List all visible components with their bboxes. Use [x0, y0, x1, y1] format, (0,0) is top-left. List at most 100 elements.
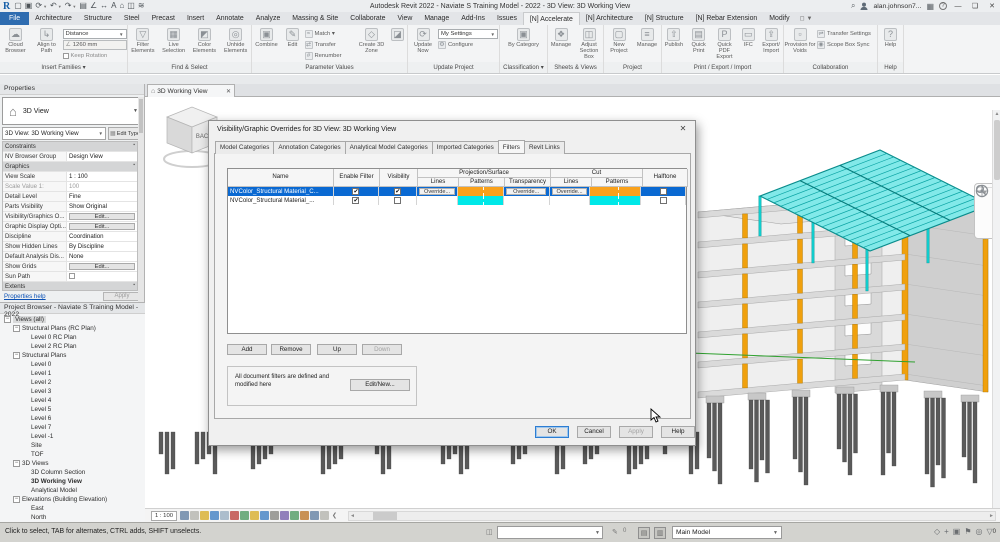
tree-item-views-all[interactable]: − Views (all) [0, 315, 139, 324]
scale-value-1-value[interactable]: 100 [67, 182, 137, 191]
tool-scope-box-sync[interactable]: ◉ Scope Box Sync [817, 40, 877, 50]
chevron-down-icon[interactable]: ▼ [72, 4, 76, 9]
tool-edit[interactable]: ✎ Edit [282, 26, 304, 48]
tool-new-project[interactable]: ▢ New Project [605, 26, 633, 54]
help-icon[interactable]: ? [939, 2, 947, 10]
dialog-tab-revit-links[interactable]: Revit Links [523, 141, 565, 154]
panel-label-collaboration[interactable]: Collaboration [784, 62, 877, 73]
dialog-tab-imported-categories[interactable]: Imported Categories [431, 141, 499, 154]
section-icon[interactable]: ◫ [127, 1, 135, 11]
tree-item-level-1[interactable]: Level 1 [0, 369, 139, 378]
property-section-constraints[interactable]: Constraints ▪ [3, 142, 137, 152]
tool-unhide-elements[interactable]: ◎ Unhide Elements [220, 26, 251, 54]
pattern-swatch[interactable] [590, 196, 641, 205]
override-button[interactable]: Override... [506, 188, 547, 195]
panel-label-find-select[interactable]: Find & Select [128, 62, 251, 73]
halftone-checkbox[interactable] [659, 188, 667, 195]
collapse-icon[interactable]: − [13, 352, 20, 359]
background-processes-icon[interactable]: ⚑ [964, 527, 971, 536]
nv-browser-group-value[interactable]: Design View [67, 152, 137, 161]
tree-item-level-4[interactable]: Level 4 [0, 396, 139, 405]
tool-match[interactable]: ≈ Match ▾ [304, 29, 355, 39]
dialog-tab-filters[interactable]: Filters [497, 140, 525, 153]
tool-update-now[interactable]: ⟳ Update Now [409, 26, 437, 54]
render-icon[interactable] [230, 511, 240, 520]
distance-select[interactable]: Distance ▼ [62, 29, 127, 39]
apply-button[interactable]: Apply [103, 292, 141, 301]
enable-filter-checkbox[interactable]: ✔ [352, 197, 360, 204]
ribbon-tab-issues[interactable]: Issues [491, 12, 523, 25]
tree-item-analytical-model[interactable]: Analytical Model [0, 486, 139, 495]
minimize-button[interactable]: — [952, 3, 964, 10]
tool-align-to-path[interactable]: ↳ Align to Path [32, 26, 62, 54]
ribbon-tab-view[interactable]: View [392, 12, 419, 25]
remove-button[interactable]: Remove [271, 344, 311, 355]
dialog-tab-annotation-categories[interactable]: Annotation Categories [273, 141, 346, 154]
worksets-button[interactable]: ▤ [638, 527, 650, 539]
ribbon-tab-n-rebar-extension[interactable]: [N] Rebar Extension [690, 12, 764, 25]
property-section-extents[interactable]: Extents ▪ [3, 282, 137, 290]
ribbon-tab-file[interactable]: File [0, 12, 30, 25]
ribbon-tab-n-structure[interactable]: [N] Structure [639, 12, 690, 25]
ribbon-tab-overflow[interactable]: ◻ ▼ [796, 12, 813, 25]
my-settings-select[interactable]: My Settings ▼ [438, 29, 498, 39]
design-options-button[interactable]: ▥ [654, 527, 666, 539]
visibility-checkbox[interactable] [394, 197, 402, 204]
edit-type-button[interactable]: ▦ Edit Type [108, 127, 142, 140]
text-icon[interactable]: A [111, 1, 116, 11]
tool-provision-for-voids[interactable]: ▫ Provision for Voids [784, 26, 816, 54]
thin-lines-icon[interactable]: ≋ [138, 1, 145, 11]
help-button[interactable]: Help [661, 426, 695, 438]
tree-item-structural-plans-rc-plan[interactable]: − Structural Plans (RC Plan) [0, 324, 139, 333]
model-display-icon[interactable] [180, 511, 190, 520]
show-hidden-lines-value[interactable]: By Discipline [67, 242, 137, 251]
horizontal-scrollbar[interactable]: ◄ ► [348, 510, 996, 521]
cancel-button[interactable]: Cancel [577, 426, 611, 438]
tool-quick-pdf-export[interactable]: P Quick PDF Export [712, 26, 738, 60]
dimension-icon[interactable]: ↔ [100, 1, 108, 11]
ribbon-tab-architecture[interactable]: Architecture [29, 12, 78, 25]
ribbon-tab-add-ins[interactable]: Add-Ins [455, 12, 491, 25]
user-avatar-icon[interactable] [860, 2, 868, 10]
value-field[interactable]: ∠ 1260 mm [62, 40, 127, 50]
worksharing-display-icon[interactable] [290, 511, 300, 520]
halftone-checkbox[interactable] [659, 197, 667, 204]
restore-button[interactable]: ❏ [969, 2, 981, 10]
dialog-close-button[interactable]: ✕ [675, 123, 691, 135]
panel-label-classification[interactable]: Classification ▾ [500, 62, 547, 73]
ribbon-tab-modify[interactable]: Modify [763, 12, 795, 25]
override-button[interactable]: Override... [551, 188, 588, 195]
tree-item-level-6[interactable]: Level 6 [0, 414, 139, 423]
redo-icon[interactable]: ↷ [65, 1, 72, 11]
add-button[interactable]: Add [227, 344, 267, 355]
pattern-swatch[interactable] [590, 187, 641, 196]
tree-item-east[interactable]: East [0, 504, 139, 513]
tool-ifc[interactable]: ▭ IFC [738, 26, 758, 48]
tree-item-level-0-rc-plan[interactable]: Level 0 RC Plan [0, 333, 139, 342]
active-workset-select[interactable]: ▼ [497, 526, 603, 539]
collapse-icon[interactable]: − [13, 325, 20, 332]
sun-path-checkbox[interactable] [69, 273, 75, 279]
edit-new-button[interactable]: Edit/New... [350, 379, 410, 391]
tree-item-level-5[interactable]: Level 5 [0, 405, 139, 414]
dialog-tab-analytical-model-categories[interactable]: Analytical Model Categories [344, 141, 433, 154]
save-icon[interactable]: ▣ [25, 1, 33, 11]
crop-view-icon[interactable] [240, 511, 250, 520]
close-view-icon[interactable]: ✕ [226, 88, 231, 95]
tool-configure[interactable]: ⚙ Configure [438, 40, 498, 50]
panel-label-print-export-import[interactable]: Print / Export / Import [662, 62, 783, 73]
chevron-down-icon[interactable]: ▼ [43, 4, 47, 9]
tool-quick-print[interactable]: ▤ Quick Print [687, 26, 711, 54]
tool-color-elements[interactable]: ◩ Color Elements [190, 26, 220, 54]
up-button[interactable]: Up [317, 344, 357, 355]
discipline-value[interactable]: Coordination [67, 232, 137, 241]
ribbon-tab-collaborate[interactable]: Collaborate [344, 12, 391, 25]
parts-visibility-value[interactable]: Show Original [67, 202, 137, 211]
select-underlay-icon[interactable]: ◎ [976, 527, 983, 536]
override-button[interactable]: Override... [419, 188, 455, 195]
enable-filter-checkbox[interactable]: ✔ [352, 188, 360, 195]
view-tab-3d-working-view[interactable]: ⌂ 3D Working View ✕ [147, 84, 235, 97]
print-icon[interactable]: ▤ [79, 1, 87, 11]
ribbon-tab-annotate[interactable]: Annotate [210, 12, 250, 25]
show-crop-icon[interactable] [250, 511, 260, 520]
